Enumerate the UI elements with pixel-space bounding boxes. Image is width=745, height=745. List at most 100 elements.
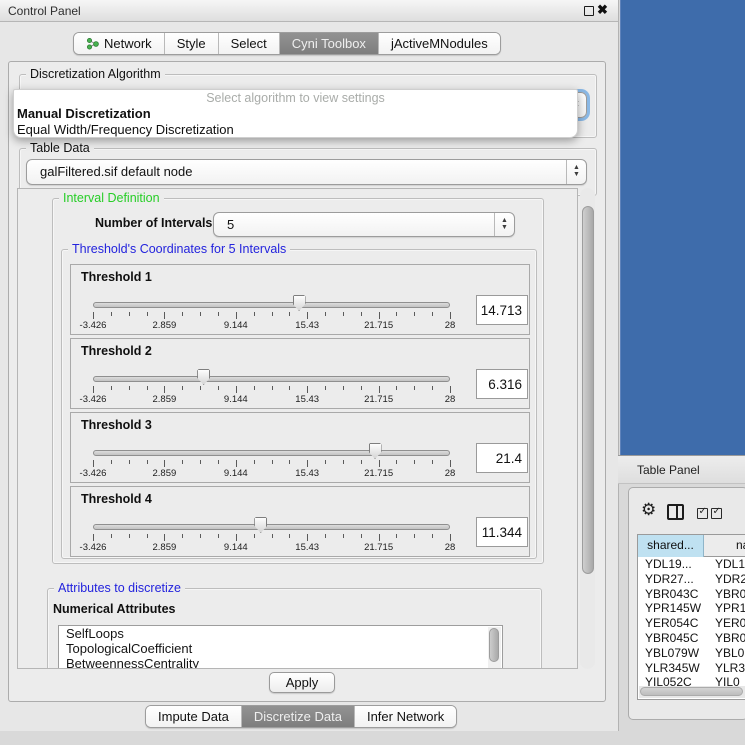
threshold-label: Threshold 1 (81, 270, 152, 284)
thresholds-group: Threshold's Coordinates for 5 Intervals … (61, 249, 537, 559)
tab-impute-data[interactable]: Impute Data (146, 706, 242, 727)
settings-scrollbar-track[interactable] (580, 188, 595, 669)
attribute-list-item[interactable]: TopologicalCoefficient (59, 641, 502, 656)
table-row[interactable]: YBR043CYBR0 (638, 587, 745, 602)
threshold-panel: Threshold 1 -3.4262.8599.14415.4321.71528 (70, 264, 530, 335)
column-header-shared-name[interactable]: shared... (638, 535, 704, 557)
threshold-slider-ticks (93, 312, 450, 320)
table-row[interactable]: YLR345WYLR3 (638, 661, 745, 676)
threshold-label: Threshold 3 (81, 418, 152, 432)
threshold-slider-handle[interactable] (369, 443, 382, 459)
node-attribute-table[interactable]: shared... na YDL19...YDL1YDR27...YDR2YBR… (637, 534, 745, 700)
tab-jactivemnodules[interactable]: jActiveMNodules (379, 33, 500, 54)
cyni-mode-tab-bar: Impute Data Discretize Data Infer Networ… (145, 705, 457, 728)
tab-infer-network[interactable]: Infer Network (355, 706, 456, 727)
apply-button[interactable]: Apply (269, 672, 335, 693)
threshold-value-input[interactable] (476, 295, 528, 325)
table-row[interactable]: YBR045CYBR0 (638, 631, 745, 646)
control-panel-titlebar: Control Panel ✖ (0, 0, 618, 22)
tab-jactivemnodules-label: jActiveMNodules (391, 36, 488, 51)
threshold-value-input[interactable] (476, 369, 528, 399)
table-cell-shared-name: YBR045C (638, 631, 705, 646)
attributes-scrollbar[interactable] (488, 627, 501, 669)
tab-infer-network-label: Infer Network (367, 709, 444, 724)
thresholds-group-title: Threshold's Coordinates for 5 Intervals (68, 242, 290, 256)
table-row[interactable]: YPR145WYPR1 (638, 601, 745, 616)
table-panel-title: Table Panel (637, 463, 700, 477)
table-row[interactable]: YDR27...YDR2 (638, 572, 745, 587)
float-window-icon[interactable] (584, 6, 594, 16)
settings-scrollbar-thumb[interactable] (582, 206, 594, 574)
control-panel-title: Control Panel (8, 4, 81, 18)
table-data-combo-value: galFiltered.sif default node (40, 164, 192, 179)
discretization-algorithm-group-title: Discretization Algorithm (26, 67, 165, 81)
threshold-slider-tick-labels: -3.4262.8599.14415.4321.71528 (93, 394, 450, 405)
tab-select[interactable]: Select (219, 33, 280, 54)
table-cell-name: YBL0 (705, 646, 744, 661)
threshold-slider-tick-labels: -3.4262.8599.14415.4321.71528 (93, 468, 450, 479)
checkbox-icon[interactable] (711, 508, 722, 519)
attributes-group: Attributes to discretize Numerical Attri… (47, 588, 542, 669)
table-cell-shared-name: YDL19... (638, 557, 705, 572)
threshold-slider-handle[interactable] (197, 369, 210, 385)
table-row[interactable]: YDL19...YDL1 (638, 557, 745, 572)
algorithm-dropdown-popup: Select algorithm to view settings Manual… (13, 89, 578, 138)
column-layout-icon[interactable] (667, 504, 684, 520)
numerical-attributes-list[interactable]: SelfLoopsTopologicalCoefficientBetweenne… (58, 625, 503, 669)
tab-style[interactable]: Style (165, 33, 219, 54)
table-panel-window: ⚙ shared... na YDL19...YDL1YDR27...YDR2Y… (628, 487, 745, 720)
table-horizontal-scrollbar[interactable] (639, 686, 745, 698)
threshold-slider-track[interactable] (93, 524, 450, 530)
toolbox-tab-bar: Network Style Select Cyni Toolbox jActiv… (73, 32, 501, 55)
attribute-list-item[interactable]: BetweennessCentrality (59, 656, 502, 669)
table-cell-name: YDL1 (705, 557, 745, 572)
threshold-panel: Threshold 4 -3.4262.8599.14415.4321.71528 (70, 486, 530, 557)
table-row[interactable]: YBL079WYBL0 (638, 646, 745, 661)
threshold-slider-track[interactable] (93, 450, 450, 456)
threshold-slider-tick-labels: -3.4262.8599.14415.4321.71528 (93, 320, 450, 331)
number-of-intervals-combo[interactable]: 5 ▲▼ (213, 212, 515, 237)
threshold-slider-handle[interactable] (293, 295, 306, 311)
threshold-value-input[interactable] (476, 517, 528, 547)
table-cell-name: YBR0 (705, 587, 745, 602)
table-cell-name: YER0 (705, 616, 745, 631)
table-cell-name: YBR0 (705, 631, 745, 646)
threshold-slider-track[interactable] (93, 302, 450, 308)
close-icon[interactable]: ✖ (597, 2, 608, 18)
table-cell-shared-name: YBL079W (638, 646, 705, 661)
table-row[interactable]: YER054CYER0 (638, 616, 745, 631)
table-header-row: shared... na (638, 535, 745, 557)
algorithm-option-manual[interactable]: Manual Discretization (14, 106, 577, 122)
control-panel-window: Control Panel ✖ Network Style Select Cyn… (0, 0, 619, 731)
threshold-slider-ticks (93, 534, 450, 542)
tab-discretize-data[interactable]: Discretize Data (242, 706, 355, 727)
table-cell-name: YDR2 (705, 572, 745, 587)
table-cell-shared-name: YER054C (638, 616, 705, 631)
threshold-slider-track[interactable] (93, 376, 450, 382)
threshold-slider-ticks (93, 460, 450, 468)
column-header-name[interactable]: na (705, 535, 745, 557)
tab-network-label: Network (104, 36, 152, 51)
checkbox-icon[interactable] (697, 508, 708, 519)
attribute-list-item[interactable]: SelfLoops (59, 626, 502, 641)
table-cell-shared-name: YLR345W (638, 661, 705, 676)
threshold-slider-handle[interactable] (254, 517, 267, 533)
numerical-attributes-label: Numerical Attributes (53, 602, 175, 616)
table-data-combo[interactable]: galFiltered.sif default node ▲▼ (26, 159, 587, 185)
table-panel-bar: Table Panel (618, 455, 745, 484)
network-window-frame: GAL80GACGAL11GAL4GCY1HHAP2 (620, 0, 745, 455)
threshold-value-input[interactable] (476, 443, 528, 473)
algorithm-option-equal-width[interactable]: Equal Width/Frequency Discretization (14, 122, 577, 138)
tab-network[interactable]: Network (74, 33, 165, 54)
number-of-intervals-value: 5 (227, 217, 234, 232)
table-cell-shared-name: YBR043C (638, 587, 705, 602)
algorithm-popup-hint: Select algorithm to view settings (14, 91, 577, 106)
table-cell-name: YLR3 (705, 661, 745, 676)
tab-discretize-data-label: Discretize Data (254, 709, 342, 724)
gear-icon[interactable]: ⚙ (641, 501, 656, 518)
threshold-label: Threshold 4 (81, 492, 152, 506)
attributes-group-title: Attributes to discretize (54, 581, 185, 595)
threshold-slider-tick-labels: -3.4262.8599.14415.4321.71528 (93, 542, 450, 553)
tab-cyni-toolbox[interactable]: Cyni Toolbox (280, 33, 379, 54)
settings-scroll-viewport: Interval Definition Number of Intervals … (17, 188, 578, 669)
